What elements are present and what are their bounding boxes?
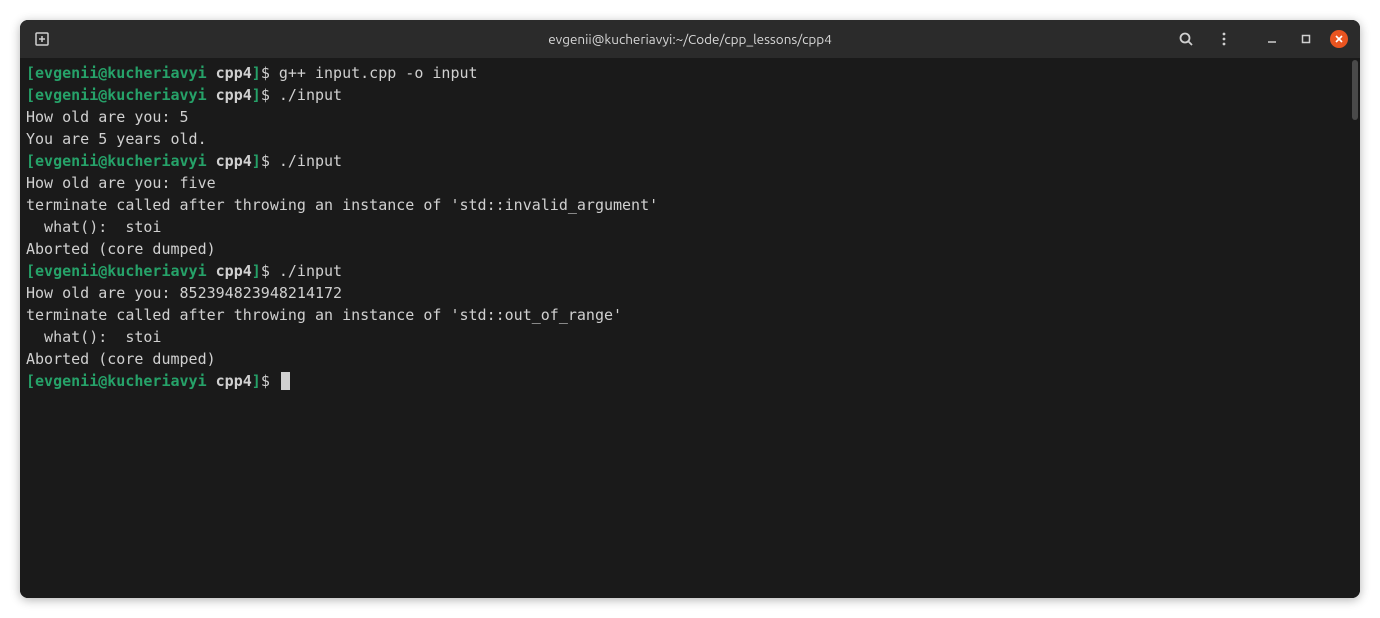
prompt-user: evgenii bbox=[35, 262, 98, 280]
prompt-dir: cpp4 bbox=[216, 372, 252, 390]
output-text: terminate called after throwing an insta… bbox=[26, 196, 658, 214]
output-line: You are 5 years old. bbox=[26, 128, 1354, 150]
prompt-dollar: $ bbox=[261, 262, 279, 280]
output-text: what(): stoi bbox=[26, 218, 161, 236]
prompt-at: @ bbox=[98, 64, 107, 82]
prompt-open-bracket: [ bbox=[26, 372, 35, 390]
prompt-user: evgenii bbox=[35, 64, 98, 82]
output-line: terminate called after throwing an insta… bbox=[26, 304, 1354, 326]
prompt-close-bracket: ] bbox=[252, 262, 261, 280]
titlebar-left bbox=[32, 29, 52, 49]
prompt-host: kucheriavyi bbox=[107, 152, 206, 170]
command-text: ./input bbox=[279, 262, 342, 280]
prompt-close-bracket: ] bbox=[252, 372, 261, 390]
output-line: what(): stoi bbox=[26, 326, 1354, 348]
output-text: You are 5 years old. bbox=[26, 130, 207, 148]
titlebar: evgenii@kucheriavyi:~/Code/cpp_lessons/c… bbox=[20, 20, 1360, 58]
output-line: How old are you: five bbox=[26, 172, 1354, 194]
prompt-at: @ bbox=[98, 152, 107, 170]
new-tab-icon bbox=[34, 31, 50, 47]
prompt-dollar: $ bbox=[261, 86, 279, 104]
prompt-dir: cpp4 bbox=[216, 152, 252, 170]
prompt-at: @ bbox=[98, 372, 107, 390]
output-text: what(): stoi bbox=[26, 328, 161, 346]
kebab-menu-icon bbox=[1216, 31, 1232, 47]
prompt-user: evgenii bbox=[35, 372, 98, 390]
prompt-space bbox=[207, 262, 216, 280]
prompt-open-bracket: [ bbox=[26, 262, 35, 280]
titlebar-right bbox=[1176, 29, 1348, 49]
output-text: How old are you: five bbox=[26, 174, 216, 192]
output-line: Aborted (core dumped) bbox=[26, 348, 1354, 370]
prompt-host: kucheriavyi bbox=[107, 372, 206, 390]
prompt-dir: cpp4 bbox=[216, 262, 252, 280]
output-text: Aborted (core dumped) bbox=[26, 350, 216, 368]
prompt-dollar: $ bbox=[261, 64, 279, 82]
output-line: How old are you: 852394823948214172 bbox=[26, 282, 1354, 304]
prompt-at: @ bbox=[98, 86, 107, 104]
prompt-space bbox=[207, 152, 216, 170]
prompt-user: evgenii bbox=[35, 152, 98, 170]
prompt-close-bracket: ] bbox=[252, 86, 261, 104]
terminal-window: evgenii@kucheriavyi:~/Code/cpp_lessons/c… bbox=[20, 20, 1360, 598]
output-text: Aborted (core dumped) bbox=[26, 240, 216, 258]
prompt-dollar: $ bbox=[261, 152, 279, 170]
minimize-button[interactable] bbox=[1262, 29, 1282, 49]
command-text: g++ input.cpp -o input bbox=[279, 64, 478, 82]
output-line: terminate called after throwing an insta… bbox=[26, 194, 1354, 216]
prompt-space bbox=[207, 86, 216, 104]
minimize-icon bbox=[1266, 33, 1278, 45]
output-line: How old are you: 5 bbox=[26, 106, 1354, 128]
output-text: How old are you: 5 bbox=[26, 108, 189, 126]
output-line: what(): stoi bbox=[26, 216, 1354, 238]
command-text: ./input bbox=[279, 86, 342, 104]
maximize-icon bbox=[1300, 33, 1312, 45]
terminal-body[interactable]: [evgenii@kucheriavyi cpp4]$ g++ input.cp… bbox=[20, 58, 1360, 598]
new-tab-button[interactable] bbox=[32, 29, 52, 49]
menu-button[interactable] bbox=[1214, 29, 1234, 49]
output-text: terminate called after throwing an insta… bbox=[26, 306, 622, 324]
search-icon bbox=[1178, 31, 1194, 47]
prompt-open-bracket: [ bbox=[26, 86, 35, 104]
prompt-space bbox=[207, 372, 216, 390]
prompt-host: kucheriavyi bbox=[107, 64, 206, 82]
prompt-at: @ bbox=[98, 262, 107, 280]
prompt-close-bracket: ] bbox=[252, 152, 261, 170]
close-icon bbox=[1334, 34, 1344, 44]
prompt-line: [evgenii@kucheriavyi cpp4]$ bbox=[26, 370, 1354, 392]
prompt-open-bracket: [ bbox=[26, 152, 35, 170]
prompt-open-bracket: [ bbox=[26, 64, 35, 82]
scrollbar-track[interactable] bbox=[1350, 58, 1360, 598]
maximize-button[interactable] bbox=[1296, 29, 1316, 49]
prompt-host: kucheriavyi bbox=[107, 262, 206, 280]
scrollbar-thumb[interactable] bbox=[1352, 60, 1358, 120]
prompt-host: kucheriavyi bbox=[107, 86, 206, 104]
window-controls bbox=[1262, 29, 1348, 49]
prompt-line: [evgenii@kucheriavyi cpp4]$ ./input bbox=[26, 260, 1354, 282]
output-line: Aborted (core dumped) bbox=[26, 238, 1354, 260]
output-text: How old are you: 852394823948214172 bbox=[26, 284, 342, 302]
prompt-user: evgenii bbox=[35, 86, 98, 104]
prompt-line: [evgenii@kucheriavyi cpp4]$ ./input bbox=[26, 150, 1354, 172]
cursor bbox=[281, 372, 290, 390]
prompt-line: [evgenii@kucheriavyi cpp4]$ g++ input.cp… bbox=[26, 62, 1354, 84]
search-button[interactable] bbox=[1176, 29, 1196, 49]
command-text: ./input bbox=[279, 152, 342, 170]
prompt-dir: cpp4 bbox=[216, 64, 252, 82]
window-title: evgenii@kucheriavyi:~/Code/cpp_lessons/c… bbox=[548, 31, 832, 47]
prompt-dollar: $ bbox=[261, 372, 279, 390]
close-button[interactable] bbox=[1330, 30, 1348, 48]
prompt-dir: cpp4 bbox=[216, 86, 252, 104]
prompt-close-bracket: ] bbox=[252, 64, 261, 82]
terminal-content: [evgenii@kucheriavyi cpp4]$ g++ input.cp… bbox=[26, 62, 1354, 392]
prompt-line: [evgenii@kucheriavyi cpp4]$ ./input bbox=[26, 84, 1354, 106]
prompt-space bbox=[207, 64, 216, 82]
